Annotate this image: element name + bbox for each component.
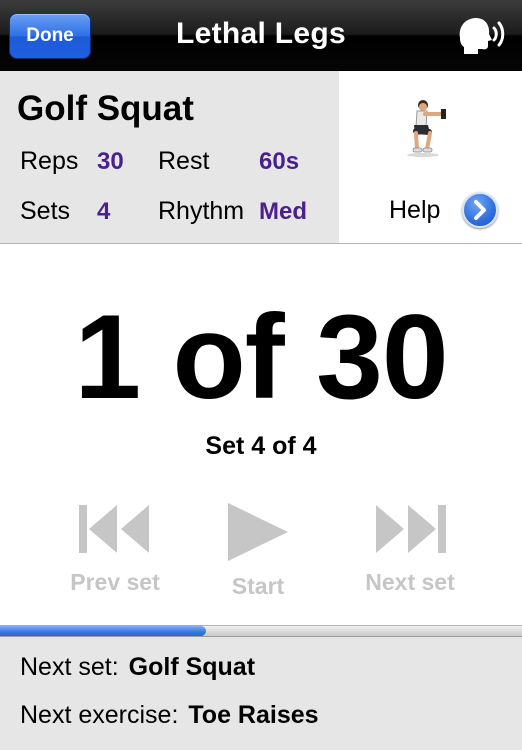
play-icon: [228, 503, 288, 561]
rhythm-label: Rhythm: [158, 197, 245, 225]
workout-progress-bar: [0, 625, 522, 637]
divider: [0, 243, 522, 244]
reps-label: Reps: [20, 147, 79, 175]
exercise-name: Golf Squat: [17, 89, 194, 128]
help-disclosure-button[interactable]: [462, 192, 498, 228]
skip-back-icon: [79, 505, 149, 553]
next-set-label: Next set: [365, 569, 455, 595]
exercise-preview: Help: [339, 71, 522, 243]
reps-value: 30: [97, 148, 124, 175]
sets-label: Sets: [20, 197, 71, 225]
navigation-bar: Done Lethal Legs: [0, 0, 522, 71]
next-set-label: Next set:: [20, 653, 119, 681]
exercise-details: Golf Squat Reps 30 Rest 60s Sets 4 Rhyth…: [0, 71, 339, 243]
squat-figure-icon[interactable]: [399, 97, 459, 159]
rest-label: Rest: [158, 147, 210, 175]
next-set-value: Golf Squat: [128, 653, 256, 681]
next-exercise-value: Toe Raises: [188, 701, 319, 729]
skip-forward-icon: [376, 505, 446, 553]
prev-set-button[interactable]: Prev set: [55, 503, 175, 596]
progress-fill: [0, 626, 207, 636]
rhythm-value: Med: [259, 198, 307, 225]
exercise-info-panel: Golf Squat Reps 30 Rest 60s Sets 4 Rhyth…: [0, 71, 522, 243]
set-progress-text: Set 4 of 4: [205, 432, 317, 460]
next-exercise-row: Next exercise: Toe Raises: [20, 701, 319, 730]
sets-value: 4: [97, 198, 111, 225]
page-title: Lethal Legs: [176, 17, 346, 50]
next-set-button[interactable]: Next set: [350, 503, 470, 596]
next-exercise-label: Next exercise:: [20, 701, 179, 729]
help-label[interactable]: Help: [389, 196, 440, 225]
speaking-head-icon[interactable]: [456, 16, 508, 56]
up-next-panel: Next set: Golf Squat Next exercise: Toe Ra…: [0, 637, 522, 750]
prev-set-label: Prev set: [70, 569, 160, 595]
start-button[interactable]: Start: [198, 503, 318, 600]
start-label: Start: [231, 573, 285, 599]
rep-counter: 1 of 30: [74, 290, 448, 424]
next-set-row: Next set: Golf Squat: [20, 653, 255, 682]
rest-value: 60s: [259, 148, 300, 175]
chevron-right-icon: [474, 200, 486, 220]
